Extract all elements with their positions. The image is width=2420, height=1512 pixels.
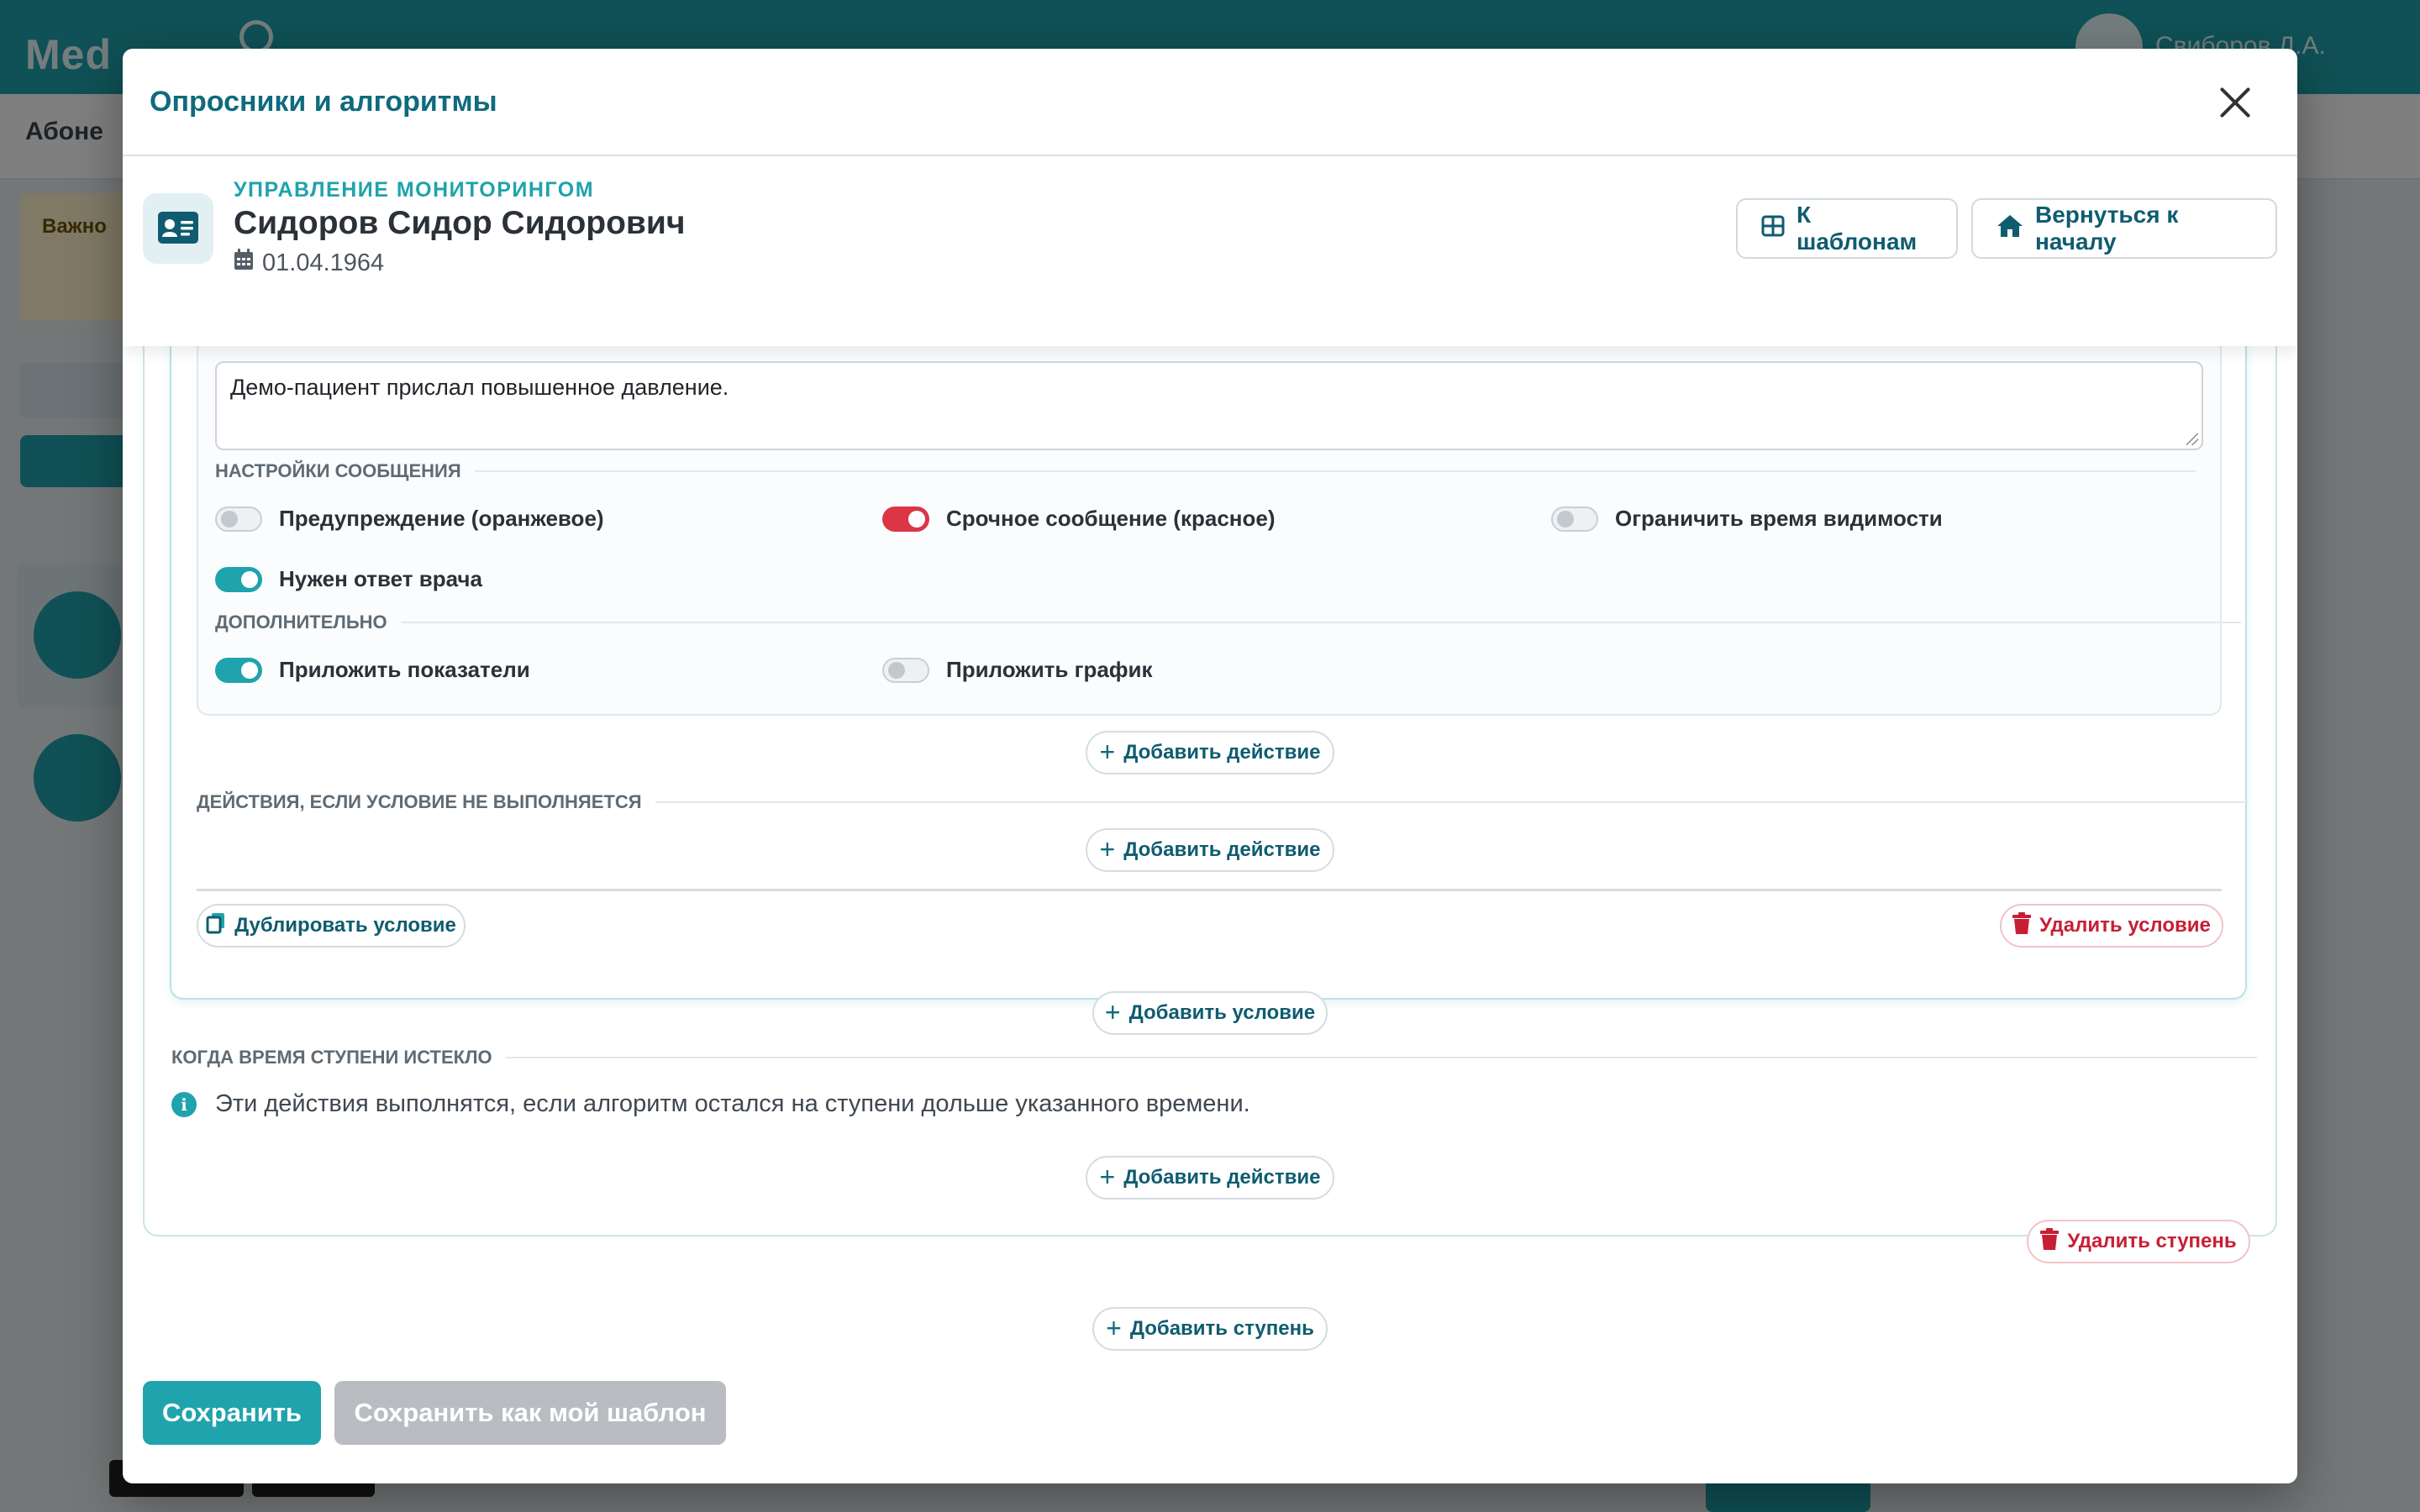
modal-header: Опросники и алгоритмы	[123, 49, 2297, 156]
add-condition-label: Добавить условие	[1128, 1001, 1316, 1024]
divider	[505, 1057, 2257, 1058]
toggle-switch[interactable]	[215, 566, 262, 592]
plus-icon: +	[1099, 736, 1116, 767]
divider	[197, 889, 2222, 891]
extra-section-label: Дополнительно	[215, 612, 2241, 633]
section-kicker: Управление мониторингом	[234, 178, 595, 202]
toggle-switch[interactable]	[215, 657, 262, 683]
add-timeout-action-button[interactable]: + Добавить действие	[1086, 1156, 1334, 1200]
delete-condition-button[interactable]: Удалить условие	[2000, 904, 2223, 948]
modal-body[interactable]: Демо-пациент прислал повышенное давление…	[123, 296, 2297, 1483]
toggle-label: Ограничить время видимости	[1615, 506, 1943, 531]
algorithms-modal: Опросники и алгоритмы Управление монитор…	[123, 49, 2297, 1483]
timeout-section-label: Когда время ступени истекло	[171, 1047, 2257, 1068]
info-icon: i	[171, 1091, 197, 1117]
plus-icon: +	[1099, 833, 1116, 864]
toggle-label: Приложить график	[946, 657, 1153, 682]
timeout-section-text: Когда время ступени истекло	[171, 1047, 492, 1068]
toggle-doctor-reply[interactable]: Нужен ответ врача	[215, 566, 482, 592]
duplicate-condition-label: Дублировать условие	[234, 914, 456, 937]
else-section-label: Действия, если условие не выполняется	[197, 791, 2249, 813]
back-to-start-label: Вернуться к началу	[2035, 202, 2179, 255]
toggle-urgent[interactable]: Срочное сообщение (красное)	[882, 506, 1276, 532]
toggle-switch[interactable]	[215, 506, 262, 532]
toggle-switch[interactable]	[882, 506, 929, 532]
save-as-template-button[interactable]: Сохранить как мой шаблон	[334, 1381, 726, 1445]
duplicate-condition-button[interactable]: Дублировать условие	[197, 904, 466, 948]
timeout-info: i Эти действия выполнятся, если алгоритм…	[171, 1090, 1250, 1118]
delete-step-label: Удалить ступень	[2067, 1230, 2237, 1252]
table-icon	[1761, 215, 1785, 243]
toggle-label: Нужен ответ врача	[279, 566, 482, 591]
plus-icon: +	[1104, 996, 1121, 1027]
add-step-button[interactable]: + Добавить ступень	[1092, 1307, 1328, 1351]
delete-condition-label: Удалить условие	[2039, 914, 2211, 937]
divider	[474, 470, 2196, 472]
trash-icon	[2040, 1227, 2060, 1256]
id-card-icon	[143, 193, 213, 264]
toggle-attach-chart[interactable]: Приложить график	[882, 657, 1153, 683]
toggle-switch[interactable]	[1551, 506, 1598, 532]
resize-handle[interactable]	[2186, 433, 2198, 445]
add-step-label: Добавить ступень	[1129, 1317, 1314, 1340]
delete-step-button[interactable]: Удалить ступень	[2027, 1220, 2250, 1263]
add-action-label: Добавить действие	[1123, 1166, 1321, 1189]
toggle-switch[interactable]	[882, 657, 929, 683]
templates-button-label: К шаблонам	[1797, 202, 1918, 255]
add-action-label: Добавить действие	[1123, 838, 1321, 861]
patient-dob: 01.04.1964	[234, 249, 384, 277]
toggle-limit-visibility[interactable]: Ограничить время видимости	[1551, 506, 1943, 532]
add-action-label: Добавить действие	[1123, 741, 1321, 764]
save-button[interactable]: Сохранить	[143, 1381, 321, 1445]
templates-button[interactable]: К шаблонам	[1736, 198, 1958, 259]
home-icon	[1996, 214, 2023, 244]
patient-header: Управление мониторингом Сидоров Сидор Си…	[123, 156, 2297, 346]
message-textarea[interactable]: Демо-пациент прислал повышенное давление…	[215, 361, 2203, 450]
divider	[400, 622, 2241, 623]
toggle-attach-metrics[interactable]: Приложить показатели	[215, 657, 530, 683]
toggle-label: Приложить показатели	[279, 657, 530, 682]
close-icon[interactable]	[2212, 79, 2259, 126]
settings-section-label: Настройки сообщения	[215, 460, 2196, 482]
timeout-info-text: Эти действия выполнятся, если алгоритм о…	[215, 1090, 1250, 1117]
copy-icon	[206, 912, 226, 940]
patient-name: Сидоров Сидор Сидорович	[234, 205, 686, 241]
modal-title: Опросники и алгоритмы	[150, 86, 497, 118]
toggle-label: Срочное сообщение (красное)	[946, 506, 1276, 531]
calendar-icon	[234, 249, 254, 277]
toggle-warning[interactable]: Предупреждение (оранжевое)	[215, 506, 604, 532]
back-to-start-button[interactable]: Вернуться к началу	[1971, 198, 2277, 259]
extra-section-text: Дополнительно	[215, 612, 387, 633]
patient-dob-value: 01.04.1964	[262, 249, 385, 276]
divider	[655, 801, 2249, 803]
else-section-text: Действия, если условие не выполняется	[197, 791, 642, 812]
plus-icon: +	[1106, 1312, 1122, 1343]
add-else-action-button[interactable]: + Добавить действие	[1086, 828, 1334, 872]
trash-icon	[2012, 911, 2032, 940]
settings-section-text: Настройки сообщения	[215, 460, 461, 481]
add-condition-button[interactable]: + Добавить условие	[1092, 991, 1328, 1035]
add-action-button[interactable]: + Добавить действие	[1086, 731, 1334, 774]
toggle-label: Предупреждение (оранжевое)	[279, 506, 604, 531]
message-text: Демо-пациент прислал повышенное давление…	[230, 375, 729, 400]
plus-icon: +	[1099, 1161, 1116, 1192]
